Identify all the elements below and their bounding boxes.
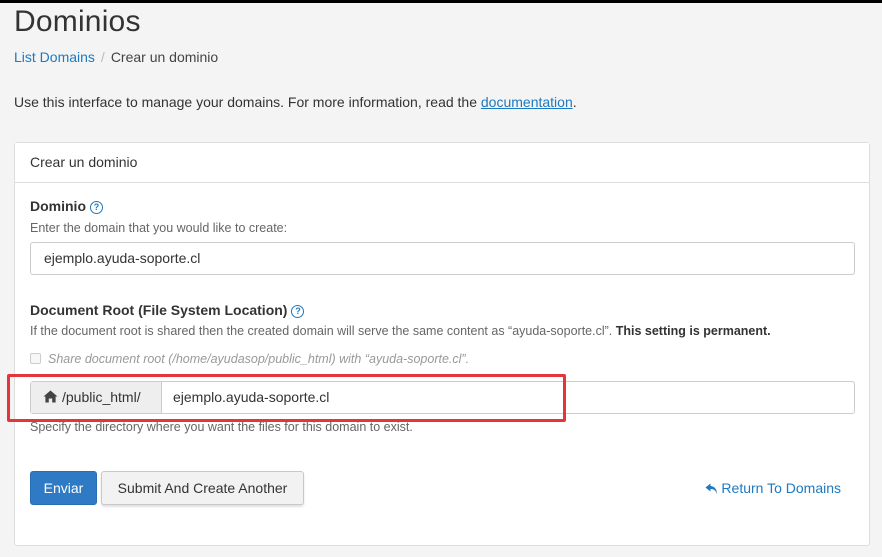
domain-label: Dominio? [30, 198, 103, 214]
panel-heading: Crear un dominio [15, 143, 869, 183]
docroot-hint-text: If the document root is shared then the … [30, 324, 616, 338]
page-title: Dominios [14, 5, 141, 38]
return-to-domains-label: Return To Domains [721, 480, 841, 496]
docroot-hint: If the document root is shared then the … [30, 324, 771, 338]
submit-button[interactable]: Enviar [30, 471, 97, 505]
submit-and-create-another-button[interactable]: Submit And Create Another [101, 471, 304, 505]
docroot-prefix-text: /public_html/ [62, 389, 141, 405]
docroot-help-icon[interactable]: ? [291, 305, 305, 318]
docroot-label: Document Root (File System Location)? [30, 302, 305, 318]
domain-hint: Enter the domain that you would like to … [30, 221, 288, 235]
breadcrumb-separator: / [100, 49, 105, 65]
docroot-prefix-addon: /public_html/ [31, 382, 162, 413]
docroot-label-text: Document Root (File System Location) [30, 302, 288, 318]
share-docroot-checkbox[interactable] [30, 353, 41, 364]
top-border [0, 0, 882, 3]
share-docroot-label: Share document root (/home/ayudasop/publ… [48, 352, 470, 366]
home-icon [43, 390, 58, 406]
docroot-permanent-note: This setting is permanent. [615, 324, 771, 338]
share-docroot-row: Share document root (/home/ayudasop/publ… [30, 352, 469, 366]
breadcrumb-list-domains-link[interactable]: List Domains [14, 49, 95, 65]
intro-text-end: . [572, 94, 577, 110]
docroot-input[interactable]: ejemplo.ayuda-soporte.cl [162, 382, 854, 413]
domain-help-icon[interactable]: ? [90, 201, 103, 214]
breadcrumb: List Domains / Crear un dominio [14, 49, 218, 65]
docroot-footer-hint: Specify the directory where you want the… [30, 420, 413, 434]
intro-text-body: Use this interface to manage your domain… [14, 94, 481, 110]
docroot-input-group: /public_html/ ejemplo.ayuda-soporte.cl [30, 381, 855, 414]
intro-text: Use this interface to manage your domain… [14, 94, 577, 110]
reply-arrow-icon [705, 482, 718, 498]
return-to-domains-link[interactable]: Return To Domains [705, 480, 841, 498]
documentation-link[interactable]: documentation [481, 94, 573, 110]
domain-label-text: Dominio [30, 198, 86, 214]
domain-input[interactable]: ejemplo.ayuda-soporte.cl [30, 242, 855, 275]
breadcrumb-current: Crear un dominio [110, 49, 219, 65]
create-domain-panel: Crear un dominio Dominio? Enter the doma… [7, 142, 870, 546]
